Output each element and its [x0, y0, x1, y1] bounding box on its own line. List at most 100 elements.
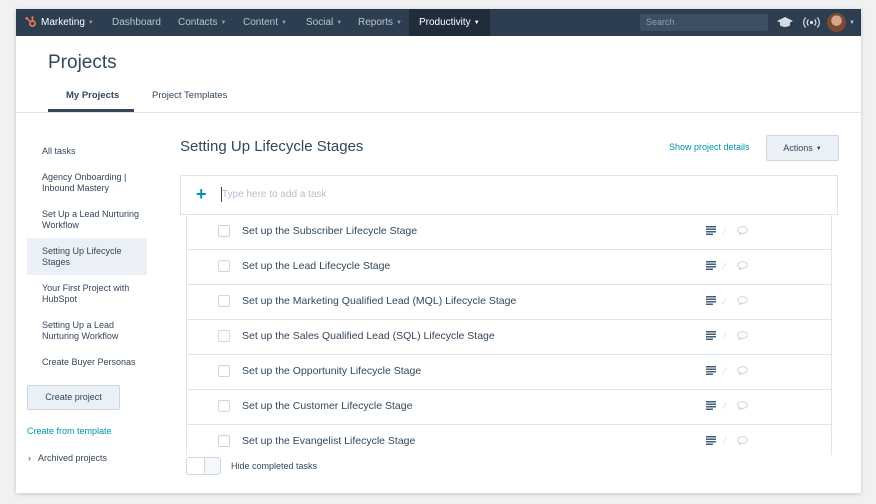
top-navigation-bar: Marketing ▼ Dashboard Contacts ▼ Content ▼ … [16, 9, 861, 36]
comment-icon[interactable] [737, 436, 748, 445]
task-checkbox[interactable] [218, 225, 230, 237]
task-list: Set up the Subscriber Lifecycle Stage ∕ Se… [186, 215, 832, 455]
chevron-right-icon: › [28, 453, 31, 463]
task-label[interactable]: Set up the Subscriber Lifecycle Stage [242, 225, 417, 237]
header-divider [16, 112, 861, 113]
chevron-down-icon: ▼ [87, 20, 94, 26]
sidebar-item-buyer-personas[interactable]: Create Buyer Personas [42, 357, 142, 368]
attachment-icon[interactable]: ∕ [724, 436, 726, 446]
add-task-input[interactable]: + Type here to add a task [180, 175, 838, 215]
sidebar-item-label: Setting Up Lifecycle Stages [42, 246, 122, 267]
description-icon[interactable] [706, 261, 716, 270]
chevron-down-icon[interactable]: ▼ [849, 20, 855, 26]
attachment-icon[interactable]: ∕ [724, 226, 726, 236]
task-row[interactable]: Set up the Marketing Qualified Lead (MQL… [187, 285, 831, 320]
task-row[interactable]: Set up the Opportunity Lifecycle Stage ∕ [187, 355, 831, 390]
task-label[interactable]: Set up the Marketing Qualified Lead (MQL… [242, 295, 516, 307]
task-label[interactable]: Set up the Evangelist Lifecycle Stage [242, 435, 415, 447]
chevron-down-icon: ▼ [473, 20, 480, 26]
comment-icon[interactable] [737, 296, 748, 305]
task-row[interactable]: Set up the Evangelist Lifecycle Stage ∕ [187, 425, 831, 455]
attachment-icon[interactable]: ∕ [724, 261, 726, 271]
tab-project-templates[interactable]: Project Templates [152, 90, 227, 101]
description-icon[interactable] [706, 226, 716, 235]
nav-social-label: Social [306, 17, 334, 28]
sidebar-item-label: Agency Onboarding | Inbound Mastery [42, 172, 127, 193]
comment-icon[interactable] [737, 261, 748, 270]
attachment-icon[interactable]: ∕ [724, 401, 726, 411]
attachment-icon[interactable]: ∕ [724, 296, 726, 306]
task-label[interactable]: Set up the Sales Qualified Lead (SQL) Li… [242, 330, 495, 342]
nav-social[interactable]: Social ▼ [306, 9, 342, 36]
comment-icon[interactable] [737, 331, 748, 340]
add-task-placeholder: Type here to add a task [222, 189, 327, 200]
nav-dashboard[interactable]: Dashboard [112, 9, 161, 36]
sidebar-item-first-project[interactable]: Your First Project with HubSpot [42, 283, 142, 304]
attachment-icon[interactable]: ∕ [724, 366, 726, 376]
actions-label: Actions [783, 143, 813, 153]
task-row[interactable]: Set up the Customer Lifecycle Stage ∕ [187, 390, 831, 425]
task-label[interactable]: Set up the Opportunity Lifecycle Stage [242, 365, 421, 377]
task-checkbox[interactable] [218, 295, 230, 307]
archived-projects-toggle[interactable]: › Archived projects [28, 453, 107, 463]
task-label[interactable]: Set up the Lead Lifecycle Stage [242, 260, 390, 272]
archived-projects-label: Archived projects [38, 453, 108, 463]
description-icon[interactable] [706, 401, 716, 410]
attachment-icon[interactable]: ∕ [724, 331, 726, 341]
task-checkbox[interactable] [218, 260, 230, 272]
comment-icon[interactable] [737, 401, 748, 410]
nav-marketing-menu[interactable]: Marketing ▼ [41, 9, 94, 36]
comment-icon[interactable] [737, 366, 748, 375]
comment-icon[interactable] [737, 226, 748, 235]
chevron-down-icon: ▼ [336, 20, 343, 26]
description-icon[interactable] [706, 366, 716, 375]
broadcast-icon[interactable] [803, 17, 820, 28]
task-checkbox[interactable] [218, 330, 230, 342]
tab-my-projects-label: My Projects [66, 90, 120, 101]
search-input[interactable]: Search [640, 14, 768, 31]
plus-icon[interactable]: + [196, 184, 207, 204]
sidebar-item-label: Set Up a Lead Nurturing Workflow [42, 209, 140, 230]
nav-productivity-label: Productivity [419, 17, 471, 28]
hide-completed-label: Hide completed tasks [231, 461, 318, 471]
sidebar-item-lead-nurturing-workflow[interactable]: Setting Up a Lead Nurturing Workflow [42, 320, 142, 341]
search-placeholder: Search [646, 17, 675, 27]
task-row[interactable]: Set up the Subscriber Lifecycle Stage ∕ [187, 215, 831, 250]
page-title: Projects [48, 52, 117, 73]
hubspot-sprocket-icon[interactable] [25, 16, 37, 28]
graduation-cap-icon[interactable] [777, 17, 793, 28]
task-row[interactable]: Set up the Lead Lifecycle Stage ∕ [187, 250, 831, 285]
task-label[interactable]: Set up the Customer Lifecycle Stage [242, 400, 412, 412]
show-project-details-link[interactable]: Show project details [669, 142, 750, 152]
project-title: Setting Up Lifecycle Stages [180, 138, 364, 155]
description-icon[interactable] [706, 331, 716, 340]
sidebar-item-all-tasks[interactable]: All tasks [42, 146, 142, 157]
task-checkbox[interactable] [218, 435, 230, 447]
tab-project-templates-label: Project Templates [152, 90, 228, 101]
task-row[interactable]: Set up the Sales Qualified Lead (SQL) Li… [187, 320, 831, 355]
sidebar-item-lifecycle-stages[interactable]: Setting Up Lifecycle Stages [42, 246, 142, 267]
app-window: Marketing ▼ Dashboard Contacts ▼ Content ▼ … [16, 9, 861, 493]
user-avatar[interactable] [827, 13, 846, 32]
nav-reports[interactable]: Reports ▼ [358, 9, 402, 36]
sidebar-item-agency-onboarding[interactable]: Agency Onboarding | Inbound Mastery [42, 172, 142, 193]
description-icon[interactable] [706, 436, 716, 445]
sidebar-item-label: Create Buyer Personas [42, 357, 136, 367]
sidebar-item-lead-nurturing[interactable]: Set Up a Lead Nurturing Workflow [42, 209, 142, 230]
actions-dropdown-button[interactable]: Actions ▼ [766, 135, 839, 161]
nav-reports-label: Reports [358, 17, 394, 28]
task-checkbox[interactable] [218, 365, 230, 377]
toggle-knob [187, 458, 205, 474]
sidebar-item-label: Your First Project with HubSpot [42, 283, 130, 304]
nav-productivity[interactable]: Productivity ▼ [409, 9, 490, 36]
chevron-down-icon: ▼ [396, 20, 402, 26]
task-checkbox[interactable] [218, 400, 230, 412]
create-project-button[interactable]: Create project [27, 385, 120, 410]
tab-my-projects[interactable]: My Projects [66, 90, 119, 101]
nav-contacts-label: Contacts [178, 17, 218, 28]
create-from-template-link[interactable]: Create from template [27, 426, 112, 436]
nav-contacts[interactable]: Contacts ▼ [178, 9, 226, 36]
hide-completed-toggle[interactable] [186, 457, 221, 475]
description-icon[interactable] [706, 296, 716, 305]
nav-content[interactable]: Content ▼ [243, 9, 287, 36]
